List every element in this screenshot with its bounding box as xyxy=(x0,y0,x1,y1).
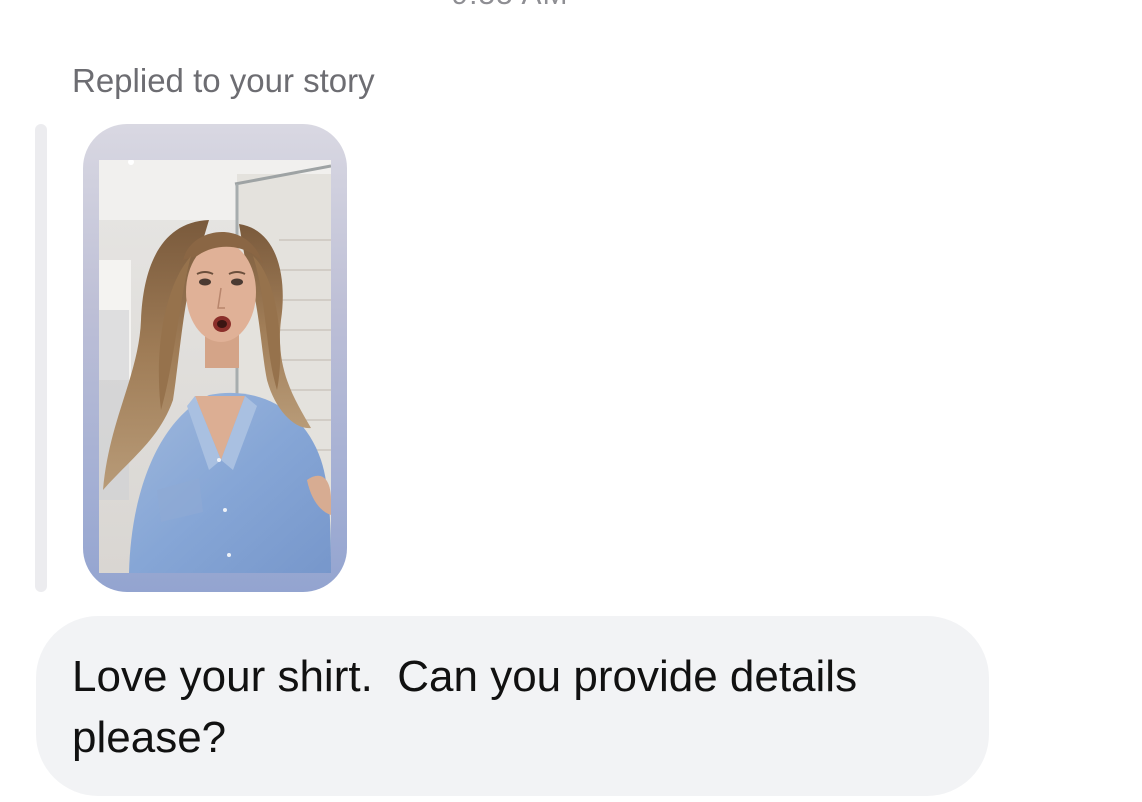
message-timestamp: 9:55 AM xyxy=(0,0,1020,12)
story-photo-illustration xyxy=(99,160,331,573)
message-text: Love your shirt. Can you provide details… xyxy=(72,652,870,762)
reply-context-label: Replied to your story xyxy=(72,62,375,99)
story-thumbnail-image xyxy=(99,160,331,573)
story-preview-card[interactable] xyxy=(83,124,347,592)
reply-quote-bar xyxy=(35,124,47,592)
message-bubble[interactable]: Love your shirt. Can you provide details… xyxy=(36,616,989,796)
